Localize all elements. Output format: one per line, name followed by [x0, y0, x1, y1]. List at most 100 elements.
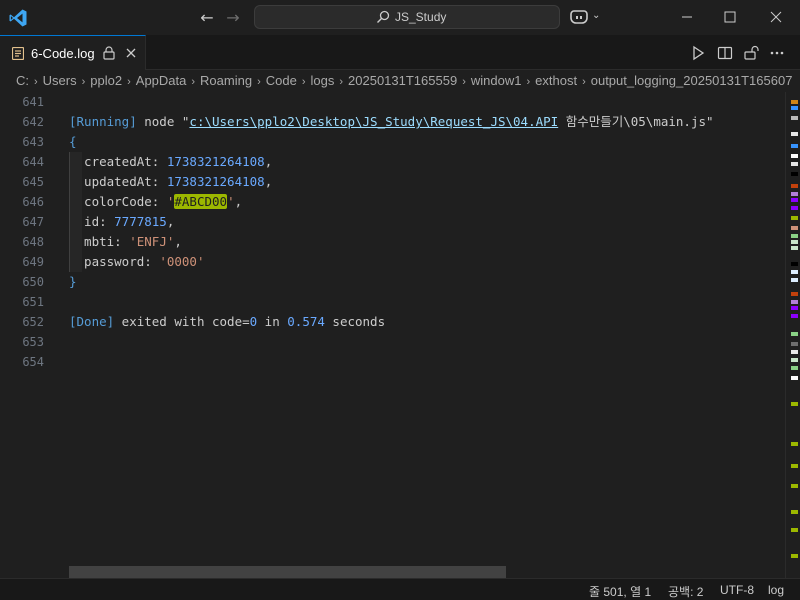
tab-label: 6-Code.log — [31, 46, 95, 61]
field-key: updatedAt: — [69, 174, 167, 189]
open-brace-line: { — [69, 132, 77, 152]
running-path-link[interactable]: c:\Users\pplo2\Desktop\JS_Study\Request_… — [189, 114, 558, 129]
ruler-marker — [791, 306, 798, 310]
ruler-marker — [791, 234, 798, 238]
field-value: '0000' — [159, 254, 205, 269]
chevron-right-icon: › — [526, 76, 531, 88]
status-bar: 줄 501, 열 1 공백: 2 UTF-8 log — [0, 578, 800, 600]
breadcrumb: C: › Users › pplo2 › AppData › Roaming › Code › logs… — [0, 70, 800, 92]
ruler-marker — [791, 132, 798, 136]
line-number: 643 — [22, 135, 44, 149]
ruler-marker — [791, 358, 798, 362]
forward-arrow-icon[interactable]: → — [224, 9, 242, 27]
tab-6-code-log[interactable]: 6-Code.log — [0, 35, 146, 70]
line-number: 649 — [22, 255, 44, 269]
close-window-icon[interactable] — [766, 8, 786, 26]
chevron-right-icon: › — [462, 76, 466, 88]
ruler-marker — [791, 270, 798, 274]
vscode-logo-icon — [9, 9, 27, 27]
ruler-marker — [791, 172, 798, 176]
color-code-highlight: #ABCD00 — [174, 194, 228, 209]
line-number: 653 — [22, 335, 44, 349]
horizontal-scrollbar-thumb[interactable] — [69, 566, 506, 578]
cursor-position[interactable]: 줄 501, 열 1 — [589, 583, 651, 600]
copilot-icon[interactable] — [570, 9, 588, 25]
breadcrumb-item[interactable]: output_logging_20250131T165607 — [591, 73, 793, 88]
run-icon[interactable] — [690, 45, 706, 61]
line-number: 645 — [22, 175, 44, 189]
chevron-right-icon: › — [582, 76, 586, 88]
ruler-marker — [791, 192, 798, 196]
ruler-marker — [791, 554, 798, 558]
chevron-right-icon: › — [81, 76, 86, 88]
running-path-tail: 함수만들기\05\main.js" — [558, 114, 714, 129]
breadcrumb-item[interactable]: pplo2 — [90, 73, 122, 88]
ruler-marker — [791, 184, 798, 188]
lock-icon — [103, 46, 115, 60]
breadcrumb-row: C: › Users › pplo2 › AppData › Roaming › Code › logs… — [16, 73, 792, 88]
search-icon — [377, 10, 390, 23]
ruler-marker — [791, 376, 798, 380]
line-number: 648 — [22, 235, 44, 249]
unlock-icon[interactable] — [743, 45, 759, 61]
editor[interactable]: 641 642 643 644 645 646 647 648 649 650 651 652 653 6… — [0, 92, 785, 578]
breadcrumb-item[interactable]: exthost — [535, 73, 577, 88]
chevron-right-icon: › — [301, 76, 306, 88]
field-suffix: , — [166, 214, 175, 229]
minimize-icon[interactable] — [672, 8, 702, 26]
field-value: 'ENFJ' — [129, 234, 175, 249]
done-seconds: 0.574 — [287, 314, 325, 329]
ruler-marker — [791, 100, 798, 104]
breadcrumb-item[interactable]: Roaming — [200, 73, 252, 88]
log-file-icon — [12, 47, 24, 60]
field-line: updatedAt: 1738321264108, — [69, 172, 272, 192]
title-bar: ← → JS_Study ⌄ — [0, 0, 800, 35]
back-arrow-icon[interactable]: ← — [198, 9, 216, 27]
chevron-right-icon: › — [257, 76, 261, 88]
breadcrumb-item[interactable]: Code — [266, 73, 297, 88]
ruler-marker — [791, 106, 798, 110]
line-number: 647 — [22, 215, 44, 229]
chevron-down-icon[interactable]: ⌄ — [592, 10, 600, 21]
encoding-status[interactable]: UTF-8 — [720, 583, 754, 597]
close-brace-line: } — [69, 272, 77, 292]
field-suffix: , — [174, 234, 182, 249]
ruler-marker — [791, 278, 798, 282]
breadcrumb-item[interactable]: 20250131T165559 — [348, 73, 457, 88]
split-editor-icon[interactable] — [717, 45, 733, 61]
ruler-marker — [791, 464, 798, 468]
breadcrumb-item[interactable]: AppData — [136, 73, 187, 88]
close-icon[interactable] — [124, 46, 138, 60]
tab-bar: 6-Code.log — [0, 35, 800, 70]
ruler-marker — [791, 484, 798, 488]
breadcrumb-item[interactable]: C: — [16, 73, 29, 88]
ruler-marker — [791, 402, 798, 406]
ruler-marker — [791, 154, 798, 158]
ruler-marker — [791, 240, 798, 244]
indentation-status[interactable]: 공백: 2 — [668, 583, 703, 600]
breadcrumb-item[interactable]: window1 — [471, 73, 522, 88]
breadcrumb-item[interactable]: Users — [43, 73, 77, 88]
field-suffix: , — [264, 174, 273, 189]
ruler-marker — [791, 206, 798, 210]
overview-ruler[interactable] — [785, 92, 800, 578]
more-actions-icon[interactable] — [769, 45, 785, 61]
ruler-marker — [791, 528, 798, 532]
chevron-right-icon: › — [339, 76, 344, 88]
done-tag: [Done] — [69, 314, 115, 329]
line-number: 644 — [22, 155, 44, 169]
ruler-marker — [791, 262, 798, 266]
field-value: 1738321264108 — [166, 154, 265, 169]
language-mode[interactable]: log — [768, 583, 784, 597]
field-key: colorCode: — [69, 194, 167, 209]
line-number: 646 — [22, 195, 44, 209]
line-number: 642 — [22, 115, 44, 129]
ruler-marker — [791, 510, 798, 514]
running-tag: [Running] — [69, 114, 137, 129]
line-number: 652 — [22, 315, 44, 329]
breadcrumb-item[interactable]: logs — [311, 73, 335, 88]
maximize-icon[interactable] — [720, 8, 740, 26]
command-center-search[interactable]: JS_Study — [254, 5, 560, 29]
field-line: id: 7777815, — [69, 212, 174, 232]
command-center-label: JS_Study — [395, 10, 447, 24]
